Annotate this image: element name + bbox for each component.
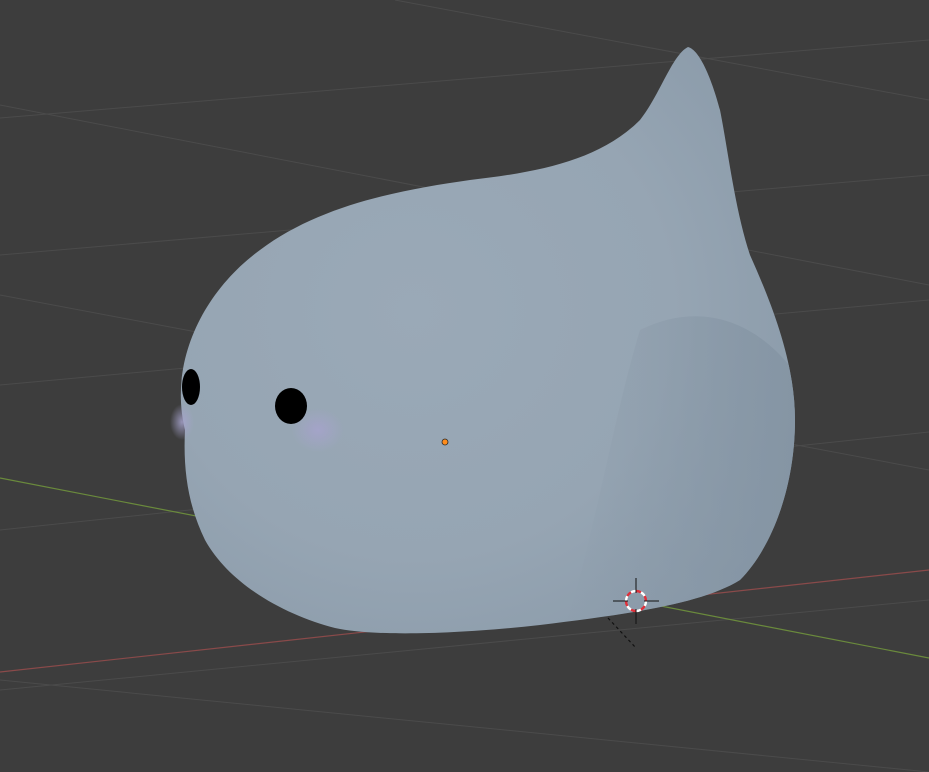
grid-line — [0, 39, 929, 119]
z-axis-dashed-line — [607, 617, 637, 649]
right-eye — [275, 388, 307, 424]
blob-character[interactable] — [170, 47, 800, 640]
grid-line — [0, 679, 929, 772]
viewport-scene[interactable] — [0, 0, 929, 772]
blush-mark — [170, 404, 194, 440]
left-eye — [182, 369, 200, 405]
3d-viewport[interactable] — [0, 0, 929, 772]
object-origin-icon[interactable] — [441, 438, 449, 446]
